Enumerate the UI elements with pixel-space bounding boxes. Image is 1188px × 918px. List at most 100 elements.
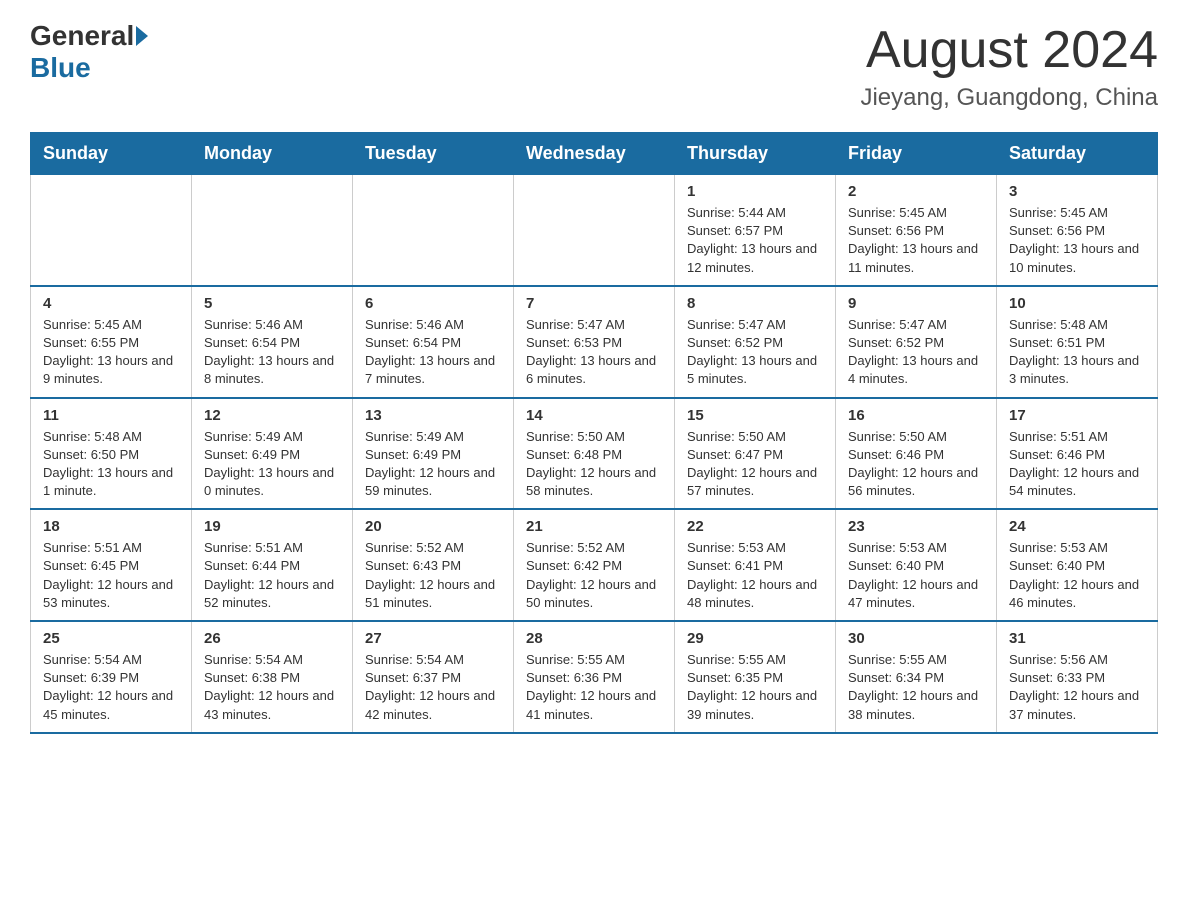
table-row: 23 Sunrise: 5:53 AM Sunset: 6:40 PM Dayli… [836,509,997,621]
day-info: Sunrise: 5:47 AM Sunset: 6:52 PM Dayligh… [848,316,984,389]
table-row: 18 Sunrise: 5:51 AM Sunset: 6:45 PM Dayli… [31,509,192,621]
col-wednesday: Wednesday [514,133,675,175]
day-info: Sunrise: 5:53 AM Sunset: 6:40 PM Dayligh… [1009,539,1145,612]
day-info: Sunrise: 5:45 AM Sunset: 6:56 PM Dayligh… [1009,204,1145,277]
day-number: 22 [687,518,823,535]
day-info: Sunrise: 5:47 AM Sunset: 6:52 PM Dayligh… [687,316,823,389]
day-number: 18 [43,518,179,535]
day-number: 5 [204,295,340,312]
day-info: Sunrise: 5:54 AM Sunset: 6:39 PM Dayligh… [43,651,179,724]
day-info: Sunrise: 5:46 AM Sunset: 6:54 PM Dayligh… [204,316,340,389]
day-info: Sunrise: 5:45 AM Sunset: 6:56 PM Dayligh… [848,204,984,277]
day-number: 27 [365,630,501,647]
table-row: 16 Sunrise: 5:50 AM Sunset: 6:46 PM Dayli… [836,398,997,510]
day-info: Sunrise: 5:48 AM Sunset: 6:50 PM Dayligh… [43,428,179,501]
day-info: Sunrise: 5:45 AM Sunset: 6:55 PM Dayligh… [43,316,179,389]
day-info: Sunrise: 5:51 AM Sunset: 6:46 PM Dayligh… [1009,428,1145,501]
day-info: Sunrise: 5:49 AM Sunset: 6:49 PM Dayligh… [204,428,340,501]
table-row: 30 Sunrise: 5:55 AM Sunset: 6:34 PM Dayli… [836,621,997,733]
table-row [353,175,514,286]
day-info: Sunrise: 5:44 AM Sunset: 6:57 PM Dayligh… [687,204,823,277]
table-row: 7 Sunrise: 5:47 AM Sunset: 6:53 PM Daylig… [514,286,675,398]
day-number: 29 [687,630,823,647]
table-row: 27 Sunrise: 5:54 AM Sunset: 6:37 PM Dayli… [353,621,514,733]
day-number: 10 [1009,295,1145,312]
table-row: 1 Sunrise: 5:44 AM Sunset: 6:57 PM Daylig… [675,175,836,286]
table-row: 19Sunrise: 5:51 AM Sunset: 6:44 PM Dayli… [192,509,353,621]
day-number: 23 [848,518,984,535]
table-row: 8 Sunrise: 5:47 AM Sunset: 6:52 PM Daylig… [675,286,836,398]
logo-blue-text: Blue [30,52,91,84]
calendar-table: Sunday Monday Tuesday Wednesday Thursday… [30,132,1158,734]
col-friday: Friday [836,133,997,175]
day-number: 20 [365,518,501,535]
day-info: Sunrise: 5:55 AM Sunset: 6:36 PM Dayligh… [526,651,662,724]
day-number: 8 [687,295,823,312]
table-row: 11 Sunrise: 5:48 AM Sunset: 6:50 PM Dayli… [31,398,192,510]
calendar-week-4: 18 Sunrise: 5:51 AM Sunset: 6:45 PM Dayli… [31,509,1158,621]
table-row: 22 Sunrise: 5:53 AM Sunset: 6:41 PM Dayli… [675,509,836,621]
day-info: Sunrise: 5:50 AM Sunset: 6:46 PM Dayligh… [848,428,984,501]
col-tuesday: Tuesday [353,133,514,175]
day-info: Sunrise: 5:55 AM Sunset: 6:34 PM Dayligh… [848,651,984,724]
table-row: 14 Sunrise: 5:50 AM Sunset: 6:48 PM Dayli… [514,398,675,510]
table-row: 26Sunrise: 5:54 AM Sunset: 6:38 PM Dayli… [192,621,353,733]
day-number: 6 [365,295,501,312]
day-info: Sunrise: 5:51 AM Sunset: 6:45 PM Dayligh… [43,539,179,612]
day-info: Sunrise: 5:54 AM Sunset: 6:37 PM Dayligh… [365,651,501,724]
calendar-week-3: 11 Sunrise: 5:48 AM Sunset: 6:50 PM Dayli… [31,398,1158,510]
day-number: 12 [204,407,340,424]
day-info: Sunrise: 5:47 AM Sunset: 6:53 PM Dayligh… [526,316,662,389]
day-info: Sunrise: 5:56 AM Sunset: 6:33 PM Dayligh… [1009,651,1145,724]
day-info: Sunrise: 5:50 AM Sunset: 6:47 PM Dayligh… [687,428,823,501]
col-sunday: Sunday [31,133,192,175]
col-saturday: Saturday [997,133,1158,175]
logo: General Blue [30,20,150,84]
table-row: 21Sunrise: 5:52 AM Sunset: 6:42 PM Dayli… [514,509,675,621]
table-row: 5 Sunrise: 5:46 AM Sunset: 6:54 PM Daylig… [192,286,353,398]
table-row: 28 Sunrise: 5:55 AM Sunset: 6:36 PM Dayli… [514,621,675,733]
day-info: Sunrise: 5:53 AM Sunset: 6:40 PM Dayligh… [848,539,984,612]
table-row: 4Sunrise: 5:45 AM Sunset: 6:55 PM Daylig… [31,286,192,398]
page-title: August 2024 [860,20,1158,80]
day-number: 16 [848,407,984,424]
page-header: General Blue August 2024 Jieyang, Guangd… [30,20,1158,112]
day-number: 25 [43,630,179,647]
day-number: 1 [687,183,823,200]
calendar-week-1: 1 Sunrise: 5:44 AM Sunset: 6:57 PM Daylig… [31,175,1158,286]
day-number: 17 [1009,407,1145,424]
table-row: 31 Sunrise: 5:56 AM Sunset: 6:33 PM Dayli… [997,621,1158,733]
day-number: 14 [526,407,662,424]
logo-general-text: General [30,20,134,52]
day-number: 26 [204,630,340,647]
day-info: Sunrise: 5:52 AM Sunset: 6:42 PM Dayligh… [526,539,662,612]
day-info: Sunrise: 5:49 AM Sunset: 6:49 PM Dayligh… [365,428,501,501]
table-row: 29Sunrise: 5:55 AM Sunset: 6:35 PM Dayli… [675,621,836,733]
day-number: 31 [1009,630,1145,647]
day-info: Sunrise: 5:46 AM Sunset: 6:54 PM Dayligh… [365,316,501,389]
day-number: 30 [848,630,984,647]
table-row: 13Sunrise: 5:49 AM Sunset: 6:49 PM Dayli… [353,398,514,510]
table-row: 6 Sunrise: 5:46 AM Sunset: 6:54 PM Daylig… [353,286,514,398]
col-monday: Monday [192,133,353,175]
day-number: 7 [526,295,662,312]
table-row: 17 Sunrise: 5:51 AM Sunset: 6:46 PM Dayli… [997,398,1158,510]
table-row: 3Sunrise: 5:45 AM Sunset: 6:56 PM Daylig… [997,175,1158,286]
table-row [31,175,192,286]
table-row: 25 Sunrise: 5:54 AM Sunset: 6:39 PM Dayli… [31,621,192,733]
day-info: Sunrise: 5:48 AM Sunset: 6:51 PM Dayligh… [1009,316,1145,389]
day-info: Sunrise: 5:50 AM Sunset: 6:48 PM Dayligh… [526,428,662,501]
day-number: 11 [43,407,179,424]
table-row [514,175,675,286]
calendar-week-2: 4Sunrise: 5:45 AM Sunset: 6:55 PM Daylig… [31,286,1158,398]
title-block: August 2024 Jieyang, Guangdong, China [860,20,1158,112]
page-subtitle: Jieyang, Guangdong, China [860,84,1158,112]
day-info: Sunrise: 5:53 AM Sunset: 6:41 PM Dayligh… [687,539,823,612]
day-number: 28 [526,630,662,647]
day-number: 2 [848,183,984,200]
table-row: 9 Sunrise: 5:47 AM Sunset: 6:52 PM Daylig… [836,286,997,398]
table-row: 12 Sunrise: 5:49 AM Sunset: 6:49 PM Dayli… [192,398,353,510]
day-number: 24 [1009,518,1145,535]
day-number: 9 [848,295,984,312]
day-number: 19 [204,518,340,535]
